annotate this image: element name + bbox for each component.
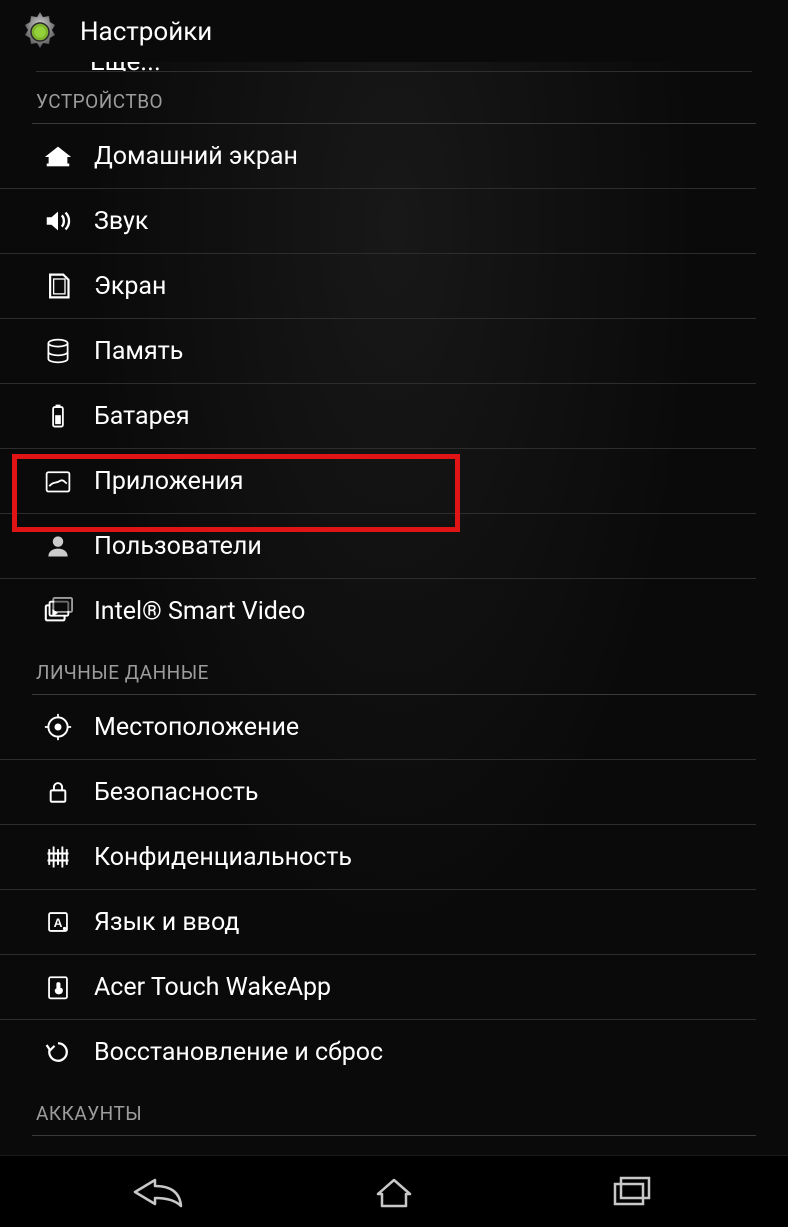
- settings-list: Ещё... УСТРОЙСТВО Домашний экран Звук Эк…: [0, 62, 788, 1155]
- item-storage[interactable]: Память: [0, 319, 756, 384]
- item-label: Местоположение: [94, 713, 299, 742]
- nav-home-button[interactable]: [314, 1162, 474, 1222]
- cut-off-item[interactable]: Ещё...: [36, 62, 752, 72]
- item-google[interactable]: g Google: [0, 1136, 756, 1155]
- battery-icon: [40, 398, 76, 434]
- location-icon: [40, 709, 76, 745]
- item-display[interactable]: Экран: [0, 254, 756, 319]
- item-security[interactable]: Безопасность: [0, 760, 756, 825]
- nav-recent-button[interactable]: [551, 1162, 711, 1222]
- item-acer-touch-wakeapp[interactable]: Acer Touch WakeApp: [0, 955, 756, 1020]
- page-title: Настройки: [80, 17, 212, 47]
- item-label: Безопасность: [94, 778, 258, 807]
- privacy-icon: [40, 839, 76, 875]
- display-icon: [40, 268, 76, 304]
- item-intel-smart-video[interactable]: Intel® Smart Video: [0, 579, 756, 643]
- svg-text:A: A: [54, 916, 63, 930]
- item-backup-reset[interactable]: Восстановление и сброс: [0, 1020, 756, 1084]
- item-language-input[interactable]: A Язык и ввод: [0, 890, 756, 955]
- item-label: Приложения: [94, 467, 244, 496]
- apps-icon: [40, 463, 76, 499]
- nav-back-button[interactable]: [77, 1162, 237, 1222]
- sound-icon: [40, 203, 76, 239]
- item-label: Батарея: [94, 402, 190, 431]
- lock-icon: [40, 774, 76, 810]
- item-battery[interactable]: Батарея: [0, 384, 756, 449]
- section-header-device: УСТРОЙСТВО: [0, 72, 788, 123]
- section-header-personal: ЛИЧНЫЕ ДАННЫЕ: [0, 643, 788, 694]
- item-location[interactable]: Местоположение: [0, 695, 756, 760]
- item-label: Звук: [94, 207, 148, 236]
- item-privacy[interactable]: Конфиденциальность: [0, 825, 756, 890]
- gear-icon: [16, 8, 64, 56]
- item-label: Восстановление и сброс: [94, 1038, 383, 1067]
- item-apps[interactable]: Приложения: [0, 449, 756, 514]
- item-label: Домашний экран: [94, 142, 298, 171]
- item-label: Язык и ввод: [94, 908, 239, 937]
- restore-icon: [40, 1034, 76, 1070]
- language-icon: A: [40, 904, 76, 940]
- item-users[interactable]: Пользователи: [0, 514, 756, 579]
- item-sound[interactable]: Звук: [0, 189, 756, 254]
- storage-icon: [40, 333, 76, 369]
- item-label: Конфиденциальность: [94, 843, 352, 872]
- item-label: Пользователи: [94, 532, 262, 561]
- app-header: Настройки: [0, 0, 788, 68]
- item-label: Intel® Smart Video: [94, 597, 305, 626]
- users-icon: [40, 528, 76, 564]
- touch-icon: [40, 969, 76, 1005]
- item-label: Экран: [94, 272, 166, 301]
- item-home-screen[interactable]: Домашний экран: [0, 124, 756, 189]
- nav-bar: [0, 1155, 788, 1227]
- home-icon: [40, 138, 76, 174]
- item-label: Acer Touch WakeApp: [94, 973, 331, 1002]
- item-label: Память: [94, 337, 183, 366]
- video-stack-icon: [40, 593, 76, 629]
- section-header-accounts: АККАУНТЫ: [0, 1084, 788, 1135]
